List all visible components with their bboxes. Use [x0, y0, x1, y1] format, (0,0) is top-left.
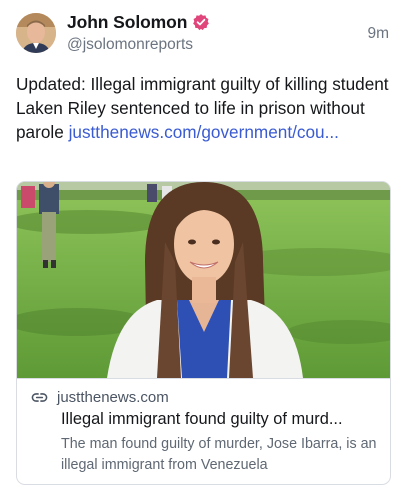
link-icon — [31, 389, 48, 406]
author-name-row: John Solomon — [67, 11, 210, 33]
author-avatar[interactable] — [16, 13, 56, 53]
card-description: The man found guilty of murder, Jose Iba… — [61, 436, 377, 473]
author-display-name[interactable]: John Solomon — [67, 12, 187, 33]
link-preview-card[interactable]: justthenews.com Illegal immigrant found … — [16, 181, 391, 485]
card-domain: justthenews.com — [57, 389, 169, 406]
post: John Solomon @jsolomonreports 9m Updated… — [0, 0, 407, 500]
verified-badge-icon — [192, 13, 210, 31]
card-divider — [17, 378, 390, 379]
card-domain-row: justthenews.com — [31, 389, 169, 406]
card-title: Illegal immigrant found guilty of murd..… — [61, 410, 343, 428]
article-photo — [17, 182, 390, 378]
avatar-photo — [16, 13, 56, 53]
post-link[interactable]: justthenews.com/government/cou... — [69, 122, 339, 142]
post-timestamp[interactable]: 9m — [367, 25, 389, 43]
author-handle[interactable]: @jsolomonreports — [67, 36, 193, 54]
post-body: Updated: Illegal immigrant guilty of kil… — [16, 72, 396, 144]
